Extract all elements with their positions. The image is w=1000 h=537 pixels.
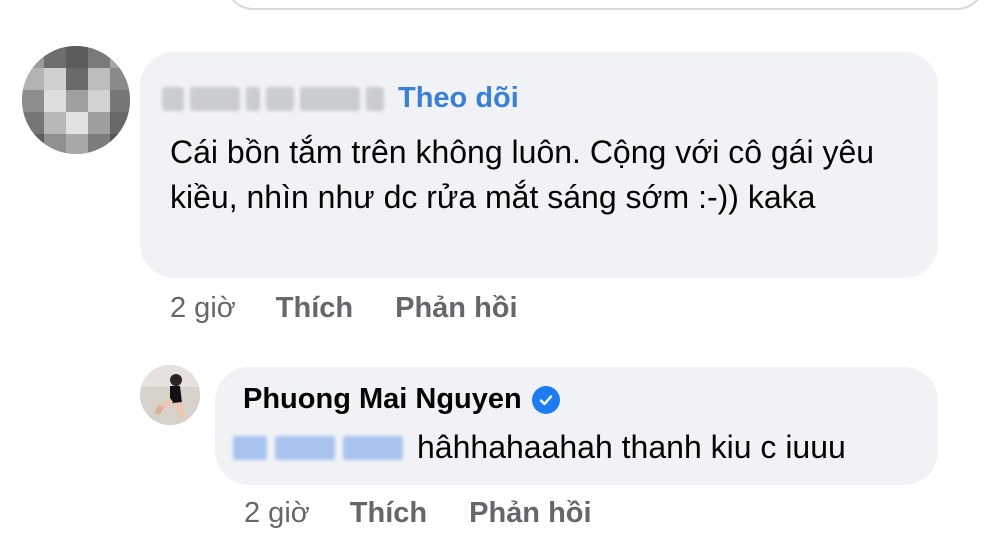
previous-comment-bubble	[225, 0, 985, 10]
reply-timestamp[interactable]: 2 giờ	[244, 497, 310, 530]
reply-body: hâhhahaahah thanh kiu c iuuu	[233, 429, 846, 466]
reply-text: hâhhahaahah thanh kiu c iuuu	[417, 429, 846, 465]
comment-actions: 2 giờ Thích Phản hồi	[170, 292, 560, 325]
reply-like-button[interactable]: Thích	[350, 497, 427, 530]
mentioned-user-redacted[interactable]	[233, 435, 403, 460]
author-photo-icon	[140, 365, 200, 425]
reply-bubble: Phuong Mai Nguyen hâhhahaahah thanh kiu …	[215, 367, 938, 485]
comment-text: Cái bồn tắm trên không luôn. Cộng với cô…	[170, 134, 875, 215]
reply-author-avatar[interactable]	[140, 365, 200, 425]
verified-check-icon	[531, 385, 560, 414]
reply-author-name[interactable]: Phuong Mai Nguyen	[243, 383, 522, 416]
comment-thread: Theo dõi Cái bồn tắm trên không luôn. Cộ…	[0, 0, 1000, 537]
comment-bubble: Theo dõi Cái bồn tắm trên không luôn. Cộ…	[140, 52, 938, 278]
reply-button[interactable]: Phản hồi	[395, 292, 517, 325]
reply-actions: 2 giờ Thích Phản hồi	[244, 497, 634, 530]
like-button[interactable]: Thích	[276, 292, 353, 325]
reply-reply-button[interactable]: Phản hồi	[469, 497, 591, 530]
reply-header: Phuong Mai Nguyen	[243, 383, 560, 416]
comment-timestamp[interactable]: 2 giờ	[170, 292, 236, 325]
follow-link[interactable]: Theo dõi	[398, 82, 519, 115]
commenter-name-redacted[interactable]	[162, 86, 384, 111]
commenter-avatar[interactable]	[22, 46, 130, 154]
comment-header: Theo dõi	[162, 82, 519, 115]
